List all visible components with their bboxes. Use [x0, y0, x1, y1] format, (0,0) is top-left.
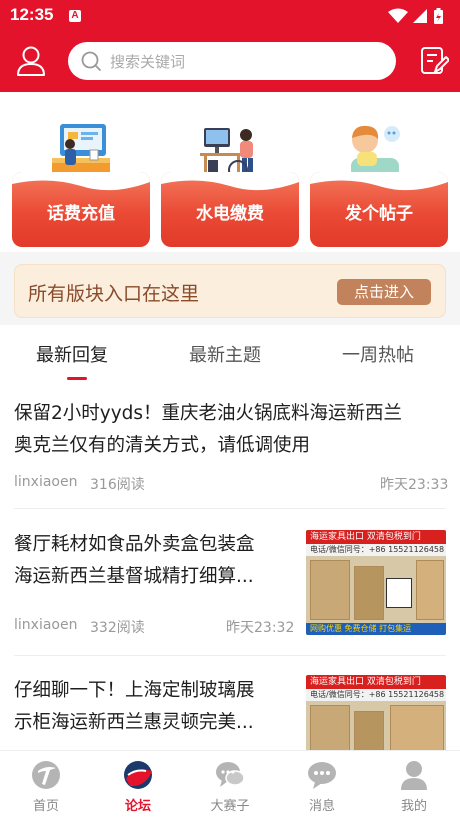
nav-forum[interactable]: 论坛	[92, 751, 184, 817]
system-status-icons	[388, 8, 443, 24]
message-icon	[308, 762, 336, 789]
home-logo-icon	[32, 761, 60, 789]
thumbnail-footer-text: 网购优惠 免费仓储 打包集运	[306, 623, 446, 635]
nav-profile-label: 我的	[400, 799, 427, 814]
status-time: 12:35	[10, 5, 54, 24]
active-tab-indicator	[67, 377, 87, 380]
search-icon	[81, 51, 101, 71]
post-title-line: 示柜海运新西兰惠灵顿完美...	[14, 712, 254, 733]
thumbnail-contact-text: 电话/微信同号：+86 15521126458	[306, 544, 446, 556]
post-author: linxiaoen	[14, 474, 78, 490]
new-post-card-label: 发个帖子	[345, 204, 413, 224]
bottom-navigation: 首页 论坛 大赛子 消息 我的	[0, 750, 460, 817]
forum-icon	[124, 761, 152, 789]
card-wave-decoration	[310, 172, 448, 191]
person-icon	[401, 761, 427, 790]
tab-weekly-hot[interactable]: 一周热帖	[342, 341, 414, 367]
card-wave-decoration	[12, 172, 150, 191]
post-title-line: 奥克兰仅有的清关方式，请低调使用	[14, 435, 311, 456]
tab-latest-replies[interactable]: 最新回复	[36, 341, 108, 367]
thumbnail-contact-text: 电话/微信同号：+86 15521126458	[306, 689, 446, 701]
thumbnail-banner-text: 海运家具出口 双清包税到门	[306, 530, 446, 544]
utility-bill-card[interactable]: 水电缴费	[161, 172, 299, 247]
wifi-icon	[388, 8, 408, 23]
recharge-card-label: 话费充值	[47, 204, 115, 224]
app-notification-icon: A	[69, 10, 81, 22]
enter-sections-button[interactable]: 点击进入	[337, 279, 431, 305]
nav-contest[interactable]: 大赛子	[184, 751, 276, 817]
qr-code-icon	[386, 578, 412, 608]
nav-messages-label: 消息	[308, 799, 335, 814]
feed-tabs: 最新回复 最新主题 一周热帖	[0, 325, 460, 385]
card-wave-decoration	[161, 172, 299, 191]
post-thumbnail[interactable]: 海运家具出口 双清包税到门 电话/微信同号：+86 15521126458 网购…	[306, 530, 446, 635]
nav-home-label: 首页	[32, 799, 59, 814]
post-time: 昨天23:32	[226, 620, 295, 636]
search-bar[interactable]: 搜索关键词	[68, 42, 396, 80]
all-sections-banner[interactable]: 所有版块入口在这里 点击进入	[14, 264, 446, 318]
recharge-card[interactable]: 话费充值	[12, 172, 150, 247]
user-profile-icon[interactable]	[16, 45, 46, 77]
post-reads: 332阅读	[90, 620, 145, 636]
thumbnail-banner-text: 海运家具出口 双清包税到门	[306, 675, 446, 689]
nav-forum-label: 论坛	[124, 799, 151, 814]
nav-contest-label: 大赛子	[210, 799, 250, 814]
tab-latest-topics[interactable]: 最新主题	[189, 341, 261, 367]
post-author: linxiaoen	[14, 617, 78, 633]
new-post-card[interactable]: 发个帖子	[310, 172, 448, 247]
app-header: 搜索关键词	[0, 32, 460, 92]
chat-bubbles-icon	[216, 762, 245, 787]
post-feed: 保留2小时yyds！重庆老油火锅底料海运新西兰 奥克兰仅有的清关方式，请低调使用…	[0, 385, 460, 750]
post-reads: 316阅读	[90, 477, 145, 493]
divider	[14, 508, 446, 509]
utility-bill-card-label: 水电缴费	[196, 204, 264, 224]
nav-messages[interactable]: 消息	[276, 751, 368, 817]
banner-text: 所有版块入口在这里	[28, 283, 200, 305]
post-title-line: 餐厅耗材如食品外卖盒包装盒	[14, 534, 255, 555]
post-thumbnail[interactable]: 海运家具出口 双清包税到门 电话/微信同号：+86 15521126458	[306, 675, 446, 750]
post-time: 昨天23:33	[380, 477, 449, 493]
status-bar: 12:35 A	[0, 0, 460, 32]
nav-profile[interactable]: 我的	[368, 751, 460, 817]
compose-post-icon[interactable]	[419, 45, 449, 77]
post-title-line: 保留2小时yyds！重庆老油火锅底料海运新西兰	[14, 403, 403, 424]
post-title-line: 仔细聊一下！上海定制玻璃展	[14, 680, 255, 701]
search-placeholder: 搜索关键词	[110, 53, 186, 71]
divider	[14, 655, 446, 656]
signal-icon	[413, 9, 427, 23]
post-title-line: 海运新西兰基督城精打细算...	[14, 566, 254, 587]
nav-home[interactable]: 首页	[0, 751, 92, 817]
